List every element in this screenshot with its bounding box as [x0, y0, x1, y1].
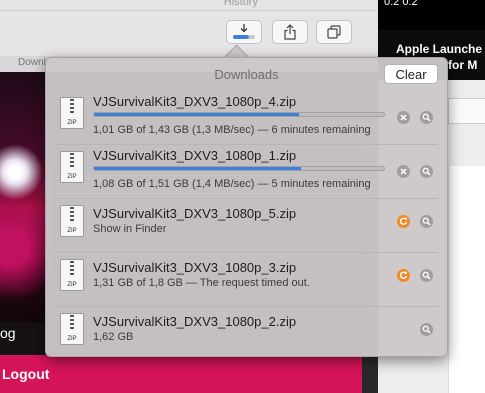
- show-in-finder-button[interactable]: [420, 215, 433, 228]
- background-article-title-line1: Apple Launche: [396, 42, 483, 56]
- stop-download-button[interactable]: [397, 111, 410, 124]
- concert-photo: [0, 72, 50, 322]
- show-in-finder-button[interactable]: [420, 269, 433, 282]
- page-footer-bar: [0, 355, 362, 393]
- download-status: 1,31 GB of 1,8 GB — The request timed ou…: [93, 277, 310, 289]
- browser-toolbar: History: [0, 0, 378, 57]
- magnifier-icon: [422, 325, 431, 334]
- zip-file-icon: ZIP: [60, 205, 84, 237]
- clear-button[interactable]: Clear: [384, 64, 438, 84]
- download-size: 1,62 GB: [93, 331, 134, 343]
- magnifier-icon: [422, 113, 431, 122]
- logout-link[interactable]: Logout: [2, 366, 49, 382]
- zip-file-icon: ZIP: [60, 313, 84, 345]
- background-article-title-line2: for M: [448, 58, 478, 72]
- download-filename: VJSurvivalKit3_DXV3_1080p_1.zip: [93, 148, 297, 163]
- download-filename: VJSurvivalKit3_DXV3_1080p_4.zip: [93, 94, 297, 109]
- magnifier-icon: [422, 167, 431, 176]
- share-button[interactable]: [272, 20, 308, 44]
- show-in-finder-button[interactable]: [420, 323, 433, 336]
- download-filename: VJSurvivalKit3_DXV3_1080p_2.zip: [93, 314, 297, 329]
- zip-file-icon: ZIP: [60, 151, 84, 183]
- resume-icon: [399, 217, 408, 225]
- show-in-finder-button[interactable]: [420, 165, 433, 178]
- resume-download-button[interactable]: [397, 215, 410, 228]
- tabs-overview-icon: [327, 25, 341, 39]
- download-item[interactable]: ZIP VJSurvivalKit3_DXV3_1080p_3.zip 1,31…: [55, 254, 438, 307]
- download-item[interactable]: ZIP VJSurvivalKit3_DXV3_1080p_5.zip Show…: [55, 200, 438, 253]
- download-item[interactable]: ZIP VJSurvivalKit3_DXV3_1080p_2.zip 1,62…: [55, 308, 438, 360]
- download-status: 1,01 GB of 1,43 GB (1,3 MB/sec) — 6 minu…: [93, 124, 371, 136]
- zip-file-icon: ZIP: [60, 97, 84, 129]
- show-in-finder-button[interactable]: [420, 111, 433, 124]
- share-icon: [284, 24, 296, 40]
- download-progress-bar: [93, 166, 385, 171]
- background-panel-lower: [448, 166, 485, 393]
- show-in-finder-link[interactable]: Show in Finder: [93, 223, 166, 235]
- downloads-popover: Downloads Clear ZIP VJSurvivalKit3_DXV3_…: [45, 57, 448, 357]
- background-panel: [448, 98, 485, 124]
- download-item[interactable]: ZIP VJSurvivalKit3_DXV3_1080p_1.zip 1,08…: [55, 146, 438, 199]
- download-progress-bar: [93, 112, 385, 117]
- resume-icon: [399, 271, 408, 279]
- sidebar-blog-link[interactable]: og: [0, 325, 16, 341]
- show-tabs-button[interactable]: [316, 20, 352, 44]
- magnifier-icon: [422, 271, 431, 280]
- download-filename: VJSurvivalKit3_DXV3_1080p_3.zip: [93, 260, 297, 275]
- download-item[interactable]: ZIP VJSurvivalKit3_DXV3_1080p_4.zip 1,01…: [55, 92, 438, 145]
- resume-download-button[interactable]: [397, 269, 410, 282]
- download-arrow-icon: [233, 24, 255, 39]
- background-window-sliver-text: 0:2 0:2: [384, 0, 418, 8]
- zip-file-icon: ZIP: [60, 259, 84, 291]
- stop-icon: [400, 168, 407, 175]
- download-status: 1,08 GB of 1,51 GB (1,4 MB/sec) — 5 minu…: [93, 178, 371, 190]
- downloads-toolbar-button[interactable]: [226, 20, 262, 44]
- stop-icon: [400, 114, 407, 121]
- stop-download-button[interactable]: [397, 165, 410, 178]
- download-filename: VJSurvivalKit3_DXV3_1080p_5.zip: [93, 206, 297, 221]
- history-label[interactable]: History: [224, 0, 258, 8]
- magnifier-icon: [422, 217, 431, 226]
- toolbar-divider: [0, 10, 378, 11]
